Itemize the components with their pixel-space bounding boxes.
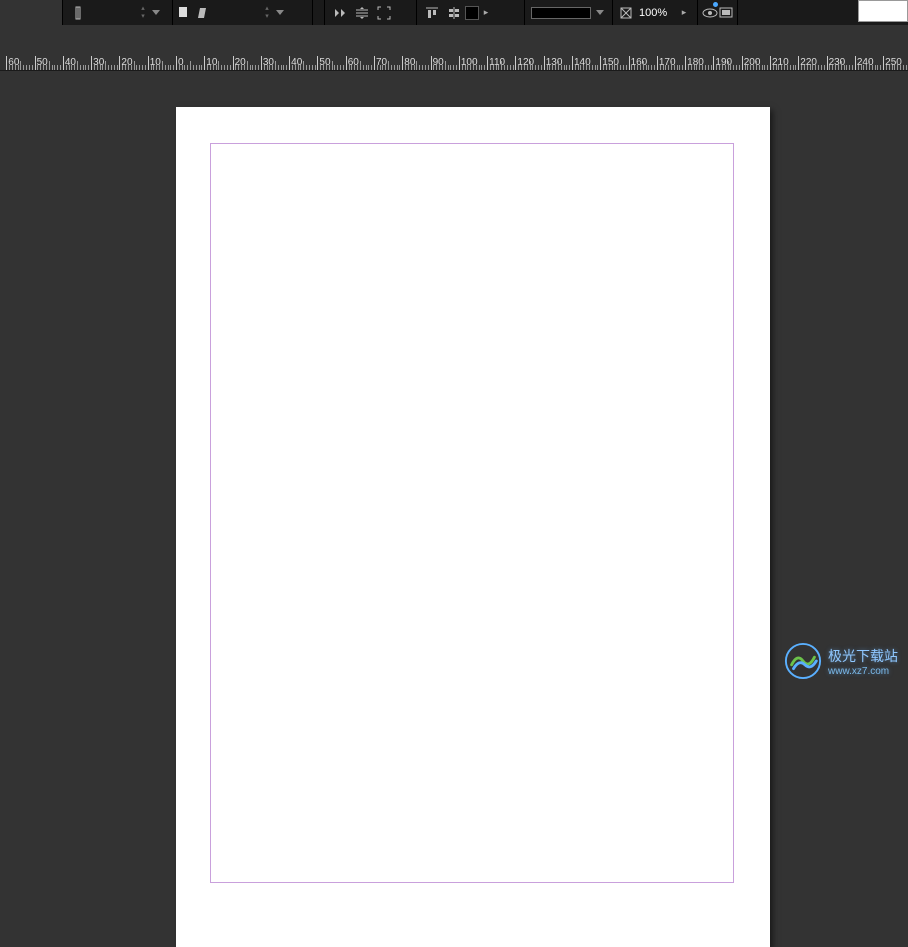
ruler-tick-label: 110 xyxy=(489,57,505,68)
toolbar-group-view xyxy=(698,0,738,25)
italic-icon[interactable] xyxy=(191,2,213,24)
toolbar-group-stroke xyxy=(525,0,613,25)
distribute-center-icon[interactable] xyxy=(443,2,465,24)
toolbar-group-spacer xyxy=(313,0,325,25)
leading-dropdown-icon[interactable] xyxy=(273,3,287,23)
ruler-area: 6050403020100102030405060708090100110120… xyxy=(0,25,908,71)
toolbar-group-zoom: 100% ▸ xyxy=(613,0,698,25)
color-expand-icon[interactable]: ▸ xyxy=(479,3,493,23)
screen-mode-icon[interactable] xyxy=(718,2,733,24)
align-tab-left-icon[interactable] xyxy=(329,2,351,24)
zoom-field[interactable]: 100% xyxy=(635,3,677,23)
font-size-field[interactable] xyxy=(89,3,137,23)
baseline-grid-icon[interactable] xyxy=(351,2,373,24)
font-size-spinner[interactable]: ▴ ▾ xyxy=(137,5,149,21)
toolbar-group-text-orient: ▴ ▾ xyxy=(63,0,173,25)
font-size-dropdown-icon[interactable] xyxy=(149,3,163,23)
small-char-icon xyxy=(177,2,191,24)
toolbar-group-distribute: ▸ xyxy=(417,0,525,25)
search-input[interactable] xyxy=(858,0,908,22)
fill-color-swatch[interactable] xyxy=(465,6,479,20)
leading-field[interactable] xyxy=(213,3,261,23)
toolbar-group-target xyxy=(0,0,63,25)
zoom-expand-icon[interactable]: ▸ xyxy=(677,3,691,23)
top-toolbar: ▴ ▾ ▴ ▾ xyxy=(0,0,908,25)
stroke-dropdown-icon[interactable] xyxy=(593,3,607,23)
toolbar-group-align xyxy=(325,0,417,25)
horizontal-ruler[interactable]: 6050403020100102030405060708090100110120… xyxy=(0,53,908,71)
canvas-area[interactable] xyxy=(0,71,908,692)
toolbar-group-leading: ▴ ▾ xyxy=(173,0,313,25)
preview-mode-icon[interactable] xyxy=(702,2,718,24)
corner-frame-icon[interactable] xyxy=(373,2,395,24)
stroke-style-preview[interactable] xyxy=(531,7,591,19)
vertical-text-icon[interactable] xyxy=(67,2,89,24)
leading-spinner[interactable]: ▴ ▾ xyxy=(261,5,273,21)
margin-guide xyxy=(210,143,734,883)
distribute-top-icon[interactable] xyxy=(421,2,443,24)
fit-page-icon[interactable] xyxy=(617,2,635,24)
